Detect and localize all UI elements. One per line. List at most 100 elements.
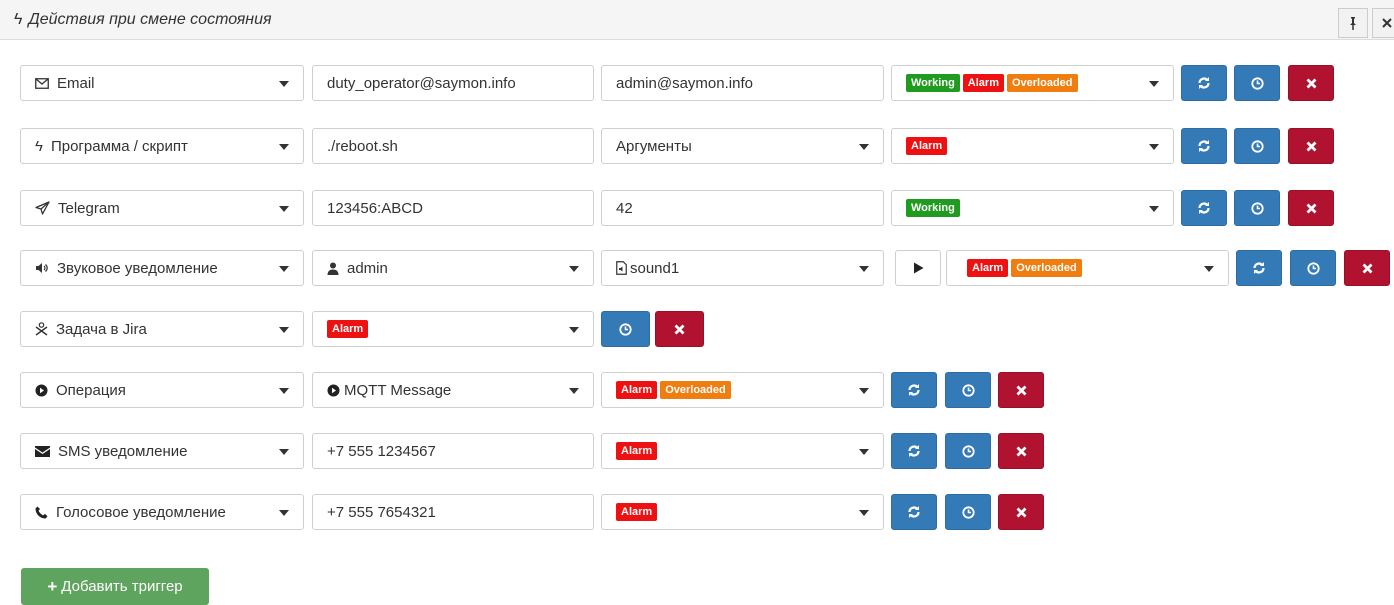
arguments-select[interactable]: Аргументы (601, 128, 884, 164)
clock-icon (619, 322, 632, 336)
trigger-row: Telegram 123456:ABCD 42 Working (0, 190, 1394, 228)
bot-token-input[interactable]: 123456:ABCD (312, 190, 594, 226)
panel-title: ϟ Действия при смене состояния (14, 11, 272, 29)
refresh-button[interactable] (891, 433, 937, 469)
delete-button[interactable] (1344, 250, 1390, 286)
state-select[interactable]: Alarm (601, 433, 884, 469)
refresh-icon (908, 384, 920, 396)
trigger-row: ϟ Программа / скрипт ./reboot.sh Аргумен… (0, 128, 1394, 166)
clock-icon (961, 505, 975, 519)
phone-input[interactable]: +7 555 1234567 (312, 433, 594, 469)
badge-alarm: Alarm (616, 381, 658, 399)
trigger-type-select[interactable]: Операция (20, 372, 304, 408)
refresh-button[interactable] (1181, 190, 1227, 226)
trigger-type-select[interactable]: Email (20, 65, 304, 101)
refresh-icon (908, 506, 920, 518)
refresh-icon (1198, 140, 1210, 152)
trigger-type-label: SMS уведомление (58, 442, 188, 460)
trigger-row: Звуковое уведомление admin sound1 Alarm … (0, 250, 1394, 288)
trigger-type-select[interactable]: Голосовое уведомление (20, 494, 304, 530)
add-trigger-label: Добавить триггер (61, 578, 183, 595)
delete-button[interactable] (998, 433, 1044, 469)
trigger-type-label: Программа / скрипт (50, 137, 188, 155)
state-badges: Working Alarm Overloaded (906, 74, 1078, 92)
refresh-button[interactable] (1236, 250, 1282, 286)
state-select[interactable]: Alarm (312, 311, 594, 347)
trigger-row: Голосовое уведомление +7 555 7654321 Ala… (0, 494, 1394, 532)
trigger-row: Email duty_operator@saymon.info admin@sa… (0, 65, 1394, 103)
delete-button[interactable] (655, 311, 704, 347)
schedule-button[interactable] (945, 494, 991, 530)
script-path-input[interactable]: ./reboot.sh (312, 128, 594, 164)
sender-input[interactable]: admin@saymon.info (601, 65, 884, 101)
state-select[interactable]: Alarm Overloaded (601, 372, 884, 408)
refresh-button[interactable] (891, 494, 937, 530)
times-icon (1016, 446, 1026, 456)
state-select[interactable]: Working (891, 190, 1174, 226)
schedule-button[interactable] (601, 311, 650, 347)
sound-select[interactable]: sound1 (601, 250, 884, 286)
clock-icon (1250, 201, 1264, 215)
delete-button[interactable] (998, 372, 1044, 408)
state-badges: Alarm Overloaded (967, 259, 1082, 277)
close-button[interactable] (1372, 8, 1394, 38)
schedule-button[interactable] (1234, 190, 1280, 226)
times-icon (674, 324, 685, 334)
pin-button[interactable] (1338, 8, 1368, 38)
schedule-button[interactable] (945, 433, 991, 469)
phone-value: +7 555 1234567 (327, 442, 436, 460)
play-sound-button[interactable] (895, 250, 941, 286)
delete-button[interactable] (1288, 190, 1334, 226)
badge-working: Working (906, 199, 960, 217)
state-badges: Working (906, 199, 960, 217)
times-icon (1306, 141, 1316, 151)
envelope-outline-icon (35, 77, 49, 89)
refresh-icon (1198, 77, 1210, 89)
state-badges: Alarm (906, 137, 948, 155)
trigger-type-label: Задача в Jira (56, 320, 147, 338)
trigger-type-select[interactable]: SMS уведомление (20, 433, 304, 469)
state-select[interactable]: Alarm (601, 494, 884, 530)
volume-icon (35, 262, 49, 274)
state-badges: Alarm (616, 503, 658, 521)
schedule-button[interactable] (1234, 65, 1280, 101)
chat-id-value: 42 (616, 199, 633, 217)
refresh-button[interactable] (1181, 128, 1227, 164)
phone-input[interactable]: +7 555 7654321 (312, 494, 594, 530)
envelope-icon (35, 445, 50, 457)
trigger-type-select[interactable]: ϟ Программа / скрипт (20, 128, 304, 164)
operation-select[interactable]: MQTT Message (312, 372, 594, 408)
schedule-button[interactable] (945, 372, 991, 408)
refresh-icon (1253, 262, 1265, 274)
clock-icon (1250, 139, 1264, 153)
paper-plane-icon (35, 201, 50, 215)
trigger-type-select[interactable]: Звуковое уведомление (20, 250, 304, 286)
delete-button[interactable] (998, 494, 1044, 530)
refresh-button[interactable] (891, 372, 937, 408)
schedule-button[interactable] (1234, 128, 1280, 164)
times-icon (1016, 507, 1026, 517)
state-select[interactable]: Alarm (891, 128, 1174, 164)
trigger-row: Операция MQTT Message Alarm Overloaded (0, 372, 1394, 410)
play-circle-icon (327, 384, 340, 397)
badge-alarm: Alarm (967, 259, 1009, 277)
panel-header: ϟ Действия при смене состояния (0, 0, 1394, 40)
add-trigger-button[interactable]: + Добавить триггер (21, 568, 209, 605)
badge-alarm: Alarm (962, 74, 1004, 92)
clock-icon (1250, 76, 1264, 90)
sender-value: admin@saymon.info (616, 74, 753, 92)
chat-id-input[interactable]: 42 (601, 190, 884, 226)
schedule-button[interactable] (1290, 250, 1336, 286)
plus-icon: + (47, 576, 58, 596)
state-select[interactable]: Working Alarm Overloaded (891, 65, 1174, 101)
delete-button[interactable] (1288, 65, 1334, 101)
badge-alarm: Alarm (906, 137, 948, 155)
recipient-input[interactable]: duty_operator@saymon.info (312, 65, 594, 101)
trigger-type-select[interactable]: Задача в Jira (20, 311, 304, 347)
trigger-type-label: Email (57, 74, 95, 92)
delete-button[interactable] (1288, 128, 1334, 164)
refresh-button[interactable] (1181, 65, 1227, 101)
trigger-type-select[interactable]: Telegram (20, 190, 304, 226)
state-select[interactable]: Alarm Overloaded (946, 250, 1229, 286)
user-select[interactable]: admin (312, 250, 594, 286)
